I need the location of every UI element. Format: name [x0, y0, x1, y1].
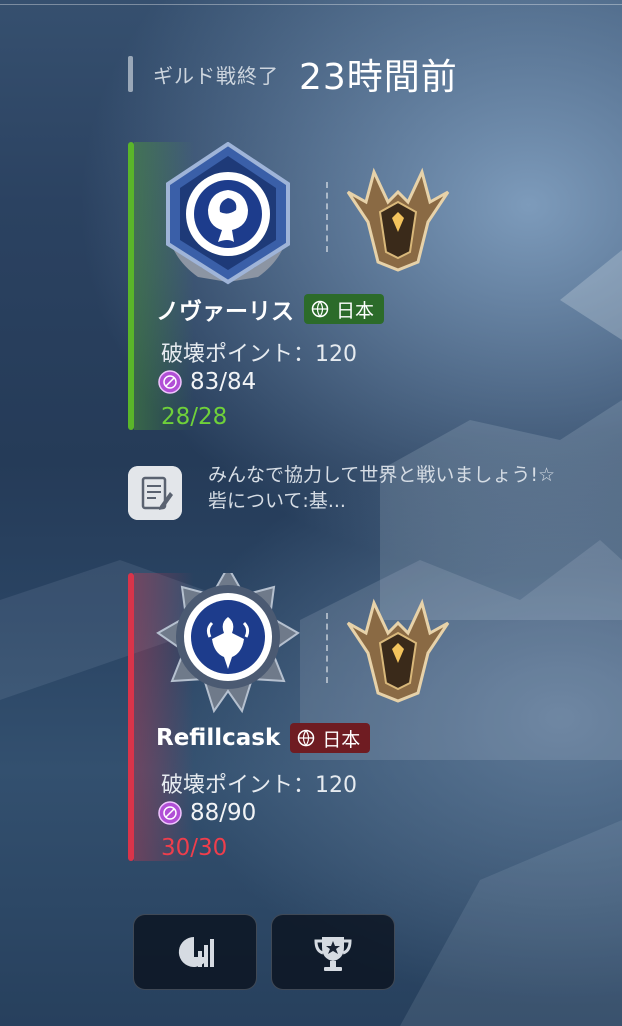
- globe-icon: [298, 729, 315, 747]
- guild-name[interactable]: Refillcask: [156, 725, 280, 751]
- flower-guild-emblem-icon: [156, 573, 300, 714]
- region-badge: 日本: [290, 723, 371, 753]
- rose-guild-emblem-icon: [166, 142, 290, 285]
- member-medal-icon: [158, 370, 182, 394]
- member-count: 88/90: [190, 800, 257, 826]
- region-label: 日本: [322, 728, 361, 751]
- member-medal-icon: [158, 801, 182, 825]
- stats-icon: [178, 936, 214, 967]
- trophy-icon: [314, 937, 352, 971]
- memo-icon: [128, 466, 182, 520]
- guild-name-row: Refillcask 日本: [156, 723, 371, 753]
- guild-card-1[interactable]: ノヴァーリス 日本 破壊ポイント：120 83/84 28/28: [128, 142, 458, 430]
- member-count: 83/84: [190, 369, 257, 395]
- guild-message-text: みんなで協力して世界と戦いましょう!☆砦について:基...: [208, 464, 556, 512]
- member-count-row: 88/90: [158, 800, 256, 826]
- ranking-button[interactable]: [271, 914, 395, 990]
- guild-card-2[interactable]: Refillcask 日本 破壊ポイント：120 88/90 30/30: [128, 573, 458, 861]
- guild-name-row: ノヴァーリス 日本: [156, 292, 385, 326]
- stats-button[interactable]: [133, 914, 257, 990]
- guild-name[interactable]: ノヴァーリス: [156, 292, 294, 326]
- vs-divider: [326, 182, 330, 252]
- attack-count: 30/30: [161, 835, 228, 861]
- destruction-points: 破壊ポイント：120: [161, 773, 357, 798]
- rank-crest-icon: [346, 598, 450, 703]
- rank-crest-icon: [346, 167, 450, 272]
- region-badge: 日本: [304, 294, 385, 324]
- attack-count: 28/28: [161, 404, 228, 430]
- war-end-time: 23時間前: [299, 57, 458, 98]
- globe-icon: [311, 300, 329, 318]
- war-status-header: ギルド戦終了 23時間前: [128, 52, 458, 98]
- vs-divider: [326, 613, 330, 683]
- member-count-row: 83/84: [158, 369, 256, 395]
- region-label: 日本: [336, 299, 375, 322]
- header-accent-bar: [128, 56, 133, 92]
- war-status-label: ギルド戦終了: [153, 63, 279, 88]
- destruction-points: 破壊ポイント：120: [161, 342, 357, 367]
